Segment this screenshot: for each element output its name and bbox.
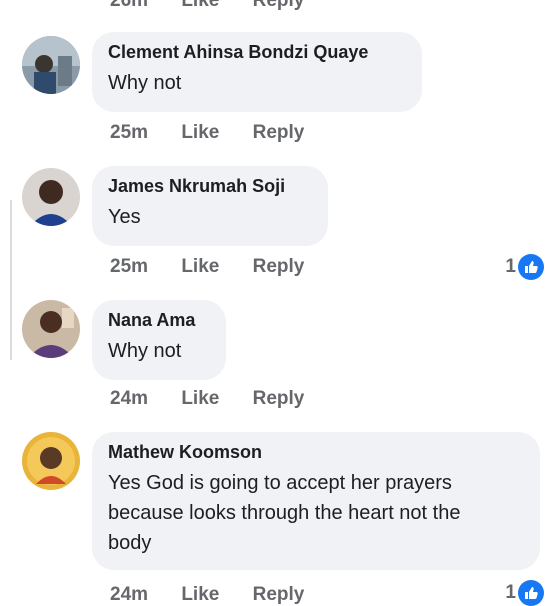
avatar[interactable]	[22, 432, 80, 490]
comment-bubble: Mathew Koomson Yes God is going to accep…	[92, 432, 540, 570]
comment-author[interactable]: James Nkrumah Soji	[108, 174, 312, 198]
like-button[interactable]: Like	[181, 256, 219, 277]
reply-button[interactable]: Reply	[253, 122, 305, 143]
comment-actions: 25m Like Reply	[110, 122, 332, 144]
reply-button[interactable]: Reply	[253, 256, 305, 277]
thumbs-up-icon	[518, 254, 544, 280]
comment-actions: 25m Like Reply	[110, 256, 332, 278]
comment-time: 26m	[110, 0, 149, 11]
comment-bubble: Nana Ama Why not	[92, 300, 226, 380]
reply-button[interactable]: Reply	[253, 584, 305, 605]
like-button[interactable]: Like	[181, 0, 219, 11]
comment-text: Yes	[108, 206, 141, 228]
comment-time: 25m	[110, 256, 149, 277]
comment-bubble: Clement Ahinsa Bondzi Quaye Why not	[92, 32, 422, 112]
reaction-count-value: 1	[505, 582, 516, 603]
comment-text: Why not	[108, 72, 182, 94]
thread-line	[10, 200, 12, 360]
comment-text: Yes God is going to accept her prayers b…	[108, 472, 461, 554]
comment-time: 24m	[110, 388, 149, 409]
comment-bubble: James Nkrumah Soji Yes	[92, 166, 328, 246]
comment-author[interactable]: Mathew Koomson	[108, 440, 524, 464]
reply-button[interactable]: Reply	[253, 388, 305, 409]
avatar[interactable]	[22, 36, 80, 94]
comment-time: 25m	[110, 122, 149, 143]
comment-actions: 24m Like Reply	[110, 388, 332, 410]
reaction-count-value: 1	[505, 256, 516, 277]
comment-author[interactable]: Clement Ahinsa Bondzi Quaye	[108, 40, 406, 64]
avatar[interactable]	[22, 300, 80, 358]
like-button[interactable]: Like	[181, 584, 219, 605]
previous-comment-actions: 26m Like Reply	[110, 0, 332, 12]
reaction-count[interactable]: 1	[505, 580, 544, 606]
like-button[interactable]: Like	[181, 122, 219, 143]
reply-button[interactable]: Reply	[253, 0, 305, 11]
comment-time: 24m	[110, 584, 149, 605]
like-button[interactable]: Like	[181, 388, 219, 409]
comment-actions: 24m Like Reply	[110, 584, 332, 606]
comment-author[interactable]: Nana Ama	[108, 308, 210, 332]
thumbs-up-icon	[518, 580, 544, 606]
avatar[interactable]	[22, 168, 80, 226]
comment-text: Why not	[108, 340, 182, 362]
reaction-count[interactable]: 1	[505, 254, 544, 280]
